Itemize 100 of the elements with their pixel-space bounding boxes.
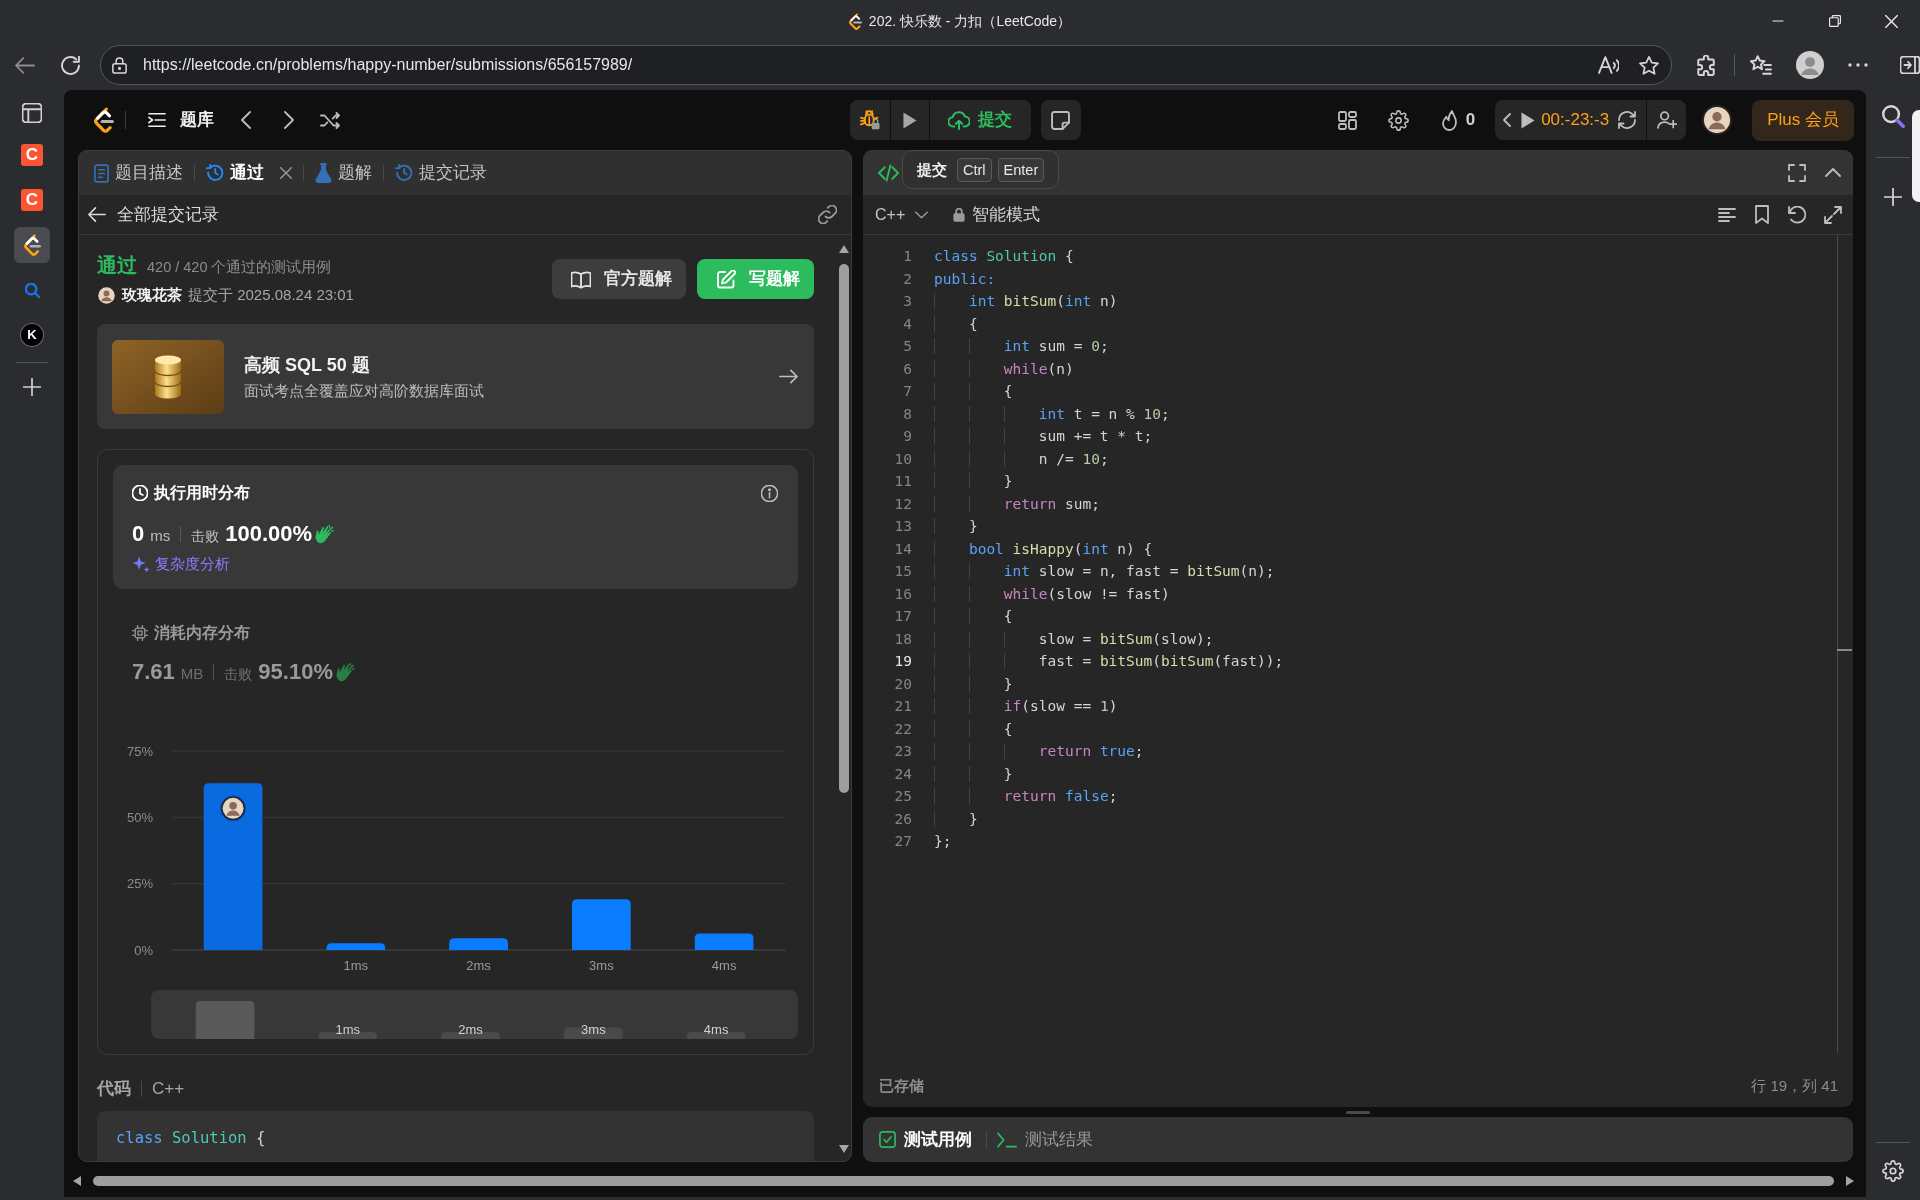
complexity-link[interactable]: 复杂度分析 [155,553,230,575]
refresh-icon[interactable] [60,55,80,75]
submit-button[interactable]: 提交 [929,100,1031,140]
scrollbar-thumb[interactable] [839,264,849,793]
panel-arrow-icon[interactable] [1900,56,1920,74]
console-tab[interactable]: 测试结果 [997,1128,1093,1151]
language-label: C++ [152,1078,185,1100]
bookmark-icon[interactable] [1754,205,1770,224]
mini-bar [564,1027,623,1039]
arrow-right-icon [779,369,798,384]
expand-icon[interactable] [1824,205,1842,224]
close-icon[interactable] [280,167,292,179]
panel-tab[interactable]: 提交记录 [395,162,487,184]
read-solution-button[interactable]: 官方题解 [552,259,686,299]
grid-icon[interactable] [1337,110,1357,130]
chevron-right-icon[interactable] [284,111,294,129]
code-line: { [1003,608,1013,624]
tabs-icon[interactable] [22,103,42,123]
app-badge: K [21,324,43,346]
axis-label: 4ms [711,957,737,973]
line-number: 13 [893,517,912,536]
note-icon [1051,110,1070,130]
promo-card[interactable]: 高频 SQL 50 题 面试考点全覆盖应对高阶数据库面试 [97,324,814,429]
axis-label: 2ms [458,1022,483,1037]
logo-icon [848,12,862,30]
sidebar-app-button[interactable]: K [14,317,50,353]
run-button[interactable] [890,100,929,140]
scroll-left-icon[interactable] [73,1176,81,1186]
beat-label: 击败 [191,527,220,546]
line-number: 25 [893,787,912,806]
axis-label: 3ms [581,1022,606,1037]
test-count: 420 / 420 个通过的测试用例 [147,258,332,277]
stat-title: 执行用时分布 [154,483,250,503]
scrollbar-thumb[interactable] [93,1176,1834,1186]
code-line: { [968,315,978,332]
play-icon[interactable] [1521,111,1536,129]
checkbox-icon [879,1131,896,1148]
info-icon[interactable] [761,484,778,502]
settings-icon[interactable] [1882,1160,1904,1182]
chevron-left-icon[interactable] [241,111,251,129]
link-icon[interactable] [818,205,837,224]
window-title: 202. 快乐数 - 力扣（LeetCode） [868,12,1072,30]
axis-label: 2ms [466,957,491,973]
fullscreen-icon[interactable] [1788,163,1806,182]
mini-bar [318,1032,378,1039]
back-arrow-icon[interactable] [15,56,35,74]
chevron-up-icon[interactable] [1824,168,1842,177]
add-icon[interactable] [23,378,41,396]
line-number: 20 [893,674,912,694]
plus-button[interactable]: Plus 会员 [1752,99,1854,141]
star-list-icon[interactable] [1750,55,1772,75]
code-line: public: [934,270,996,287]
lock-icon [953,207,966,222]
language-select[interactable]: C++ [875,204,929,225]
format-icon[interactable] [1718,207,1736,222]
shuffle-icon[interactable] [320,111,340,129]
flame-icon[interactable] [1440,109,1458,131]
beat-percent: 100.00% [225,521,313,547]
line-number: 24 [893,764,912,784]
scroll-up-icon[interactable] [839,245,849,253]
panel-tab[interactable]: 通过 [206,162,292,184]
sidebar-app-button[interactable] [14,227,50,263]
more-icon[interactable] [1848,63,1868,67]
logo-icon[interactable] [94,107,114,133]
search-icon[interactable] [1881,105,1905,128]
back-button[interactable]: 全部提交记录 [88,203,219,226]
minimize-icon[interactable] [1771,20,1784,22]
clap-icon [335,662,355,682]
play-icon [902,111,917,129]
profile-avatar-icon[interactable] [1796,51,1824,79]
refresh-icon[interactable] [1618,111,1637,129]
axis-label: 50% [126,809,153,825]
puzzle-piece-icon[interactable] [1696,54,1716,76]
chevron-left-icon[interactable] [1503,113,1512,127]
read-aloud-icon[interactable] [1598,56,1619,74]
address-field[interactable]: https://leetcode.cn/problems/happy-number/submissions/656157989/ [100,45,1672,85]
undo-icon[interactable] [1788,205,1806,224]
line-number: 5 [902,337,912,356]
scroll-right-icon[interactable] [1846,1176,1854,1186]
axis-label: 3ms [589,957,614,973]
settings-icon[interactable] [1387,109,1409,131]
panel-tab[interactable]: 题目描述 [94,162,183,184]
console-tab[interactable]: 测试用例 [879,1128,972,1151]
timer-text: 00:-23:-3 [1541,110,1610,130]
avatar-icon [97,285,116,305]
panel-tab[interactable]: 题解 [315,162,372,184]
list-icon [148,112,166,128]
code-line: return true; [1038,743,1144,759]
add-icon[interactable] [1884,188,1902,206]
scroll-down-icon[interactable] [839,1145,849,1153]
restore-icon[interactable] [1828,15,1841,27]
note-button[interactable] [1040,100,1081,140]
debug-button[interactable] [849,100,890,140]
resize-handle[interactable] [1346,1110,1370,1114]
line-number: 22 [893,719,912,739]
add-user-icon[interactable] [1657,111,1678,129]
star-icon[interactable] [1639,55,1659,75]
lock-icon [112,56,127,74]
line-number: 1 [902,247,912,266]
problem-list-button[interactable]: 题库 [148,109,214,131]
